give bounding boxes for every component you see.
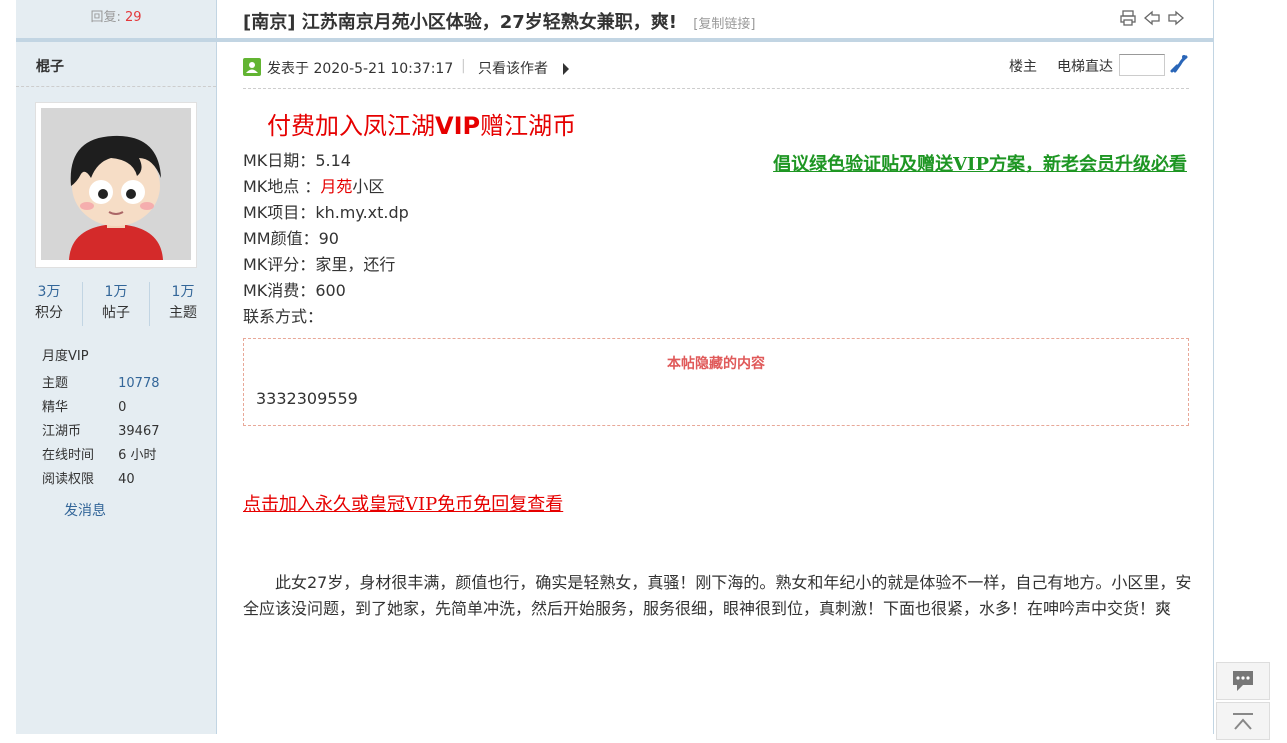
copy-link-button[interactable]: [复制链接] bbox=[693, 17, 755, 32]
detail-value: 600 bbox=[315, 281, 346, 300]
detail-label: 联系方式： bbox=[243, 307, 324, 326]
detail-value: 家里，还行 bbox=[315, 255, 396, 274]
post-header: 发表于 2020-5-21 10:37:17 | 只看该作者 楼主 电梯直达 bbox=[243, 52, 1189, 89]
vip-join-link[interactable]: 付费加入凤江湖VIP赠江湖币 bbox=[267, 106, 576, 141]
cartoon-boy-avatar-icon bbox=[41, 108, 191, 260]
back-to-top-button[interactable] bbox=[1216, 702, 1270, 740]
stat-points-label: 积分 bbox=[35, 305, 63, 321]
info-value-threads[interactable]: 10778 bbox=[118, 376, 159, 391]
triangle-right-icon bbox=[563, 63, 569, 75]
post-body: 此女27岁，身材很丰满，颜值也行，确实是轻熟女，真骚！刚下海的。熟女和年纪小的就… bbox=[243, 573, 1192, 618]
stat-points-value: 3万 bbox=[37, 284, 61, 300]
detail-date: MK日期：5.14 bbox=[243, 148, 409, 174]
detail-label: MK消费： bbox=[243, 281, 316, 300]
replies-count-row: 回复: 29 bbox=[16, 0, 216, 42]
author-name[interactable]: 棍子 bbox=[16, 42, 216, 87]
detail-contact: 联系方式： bbox=[243, 304, 409, 330]
vip-join-bold: VIP bbox=[435, 112, 481, 140]
elevator-floor-input[interactable] bbox=[1119, 54, 1165, 76]
vip-cta-link[interactable]: 点击加入永久或皇冠VIP免币免回复查看 bbox=[243, 490, 563, 516]
detail-looks: MM颜值：90 bbox=[243, 226, 409, 252]
info-key: 主题 bbox=[42, 376, 69, 391]
info-row-online-time: 在线时间 6 小时 bbox=[42, 444, 160, 468]
hidden-content-value: 3332309559 bbox=[256, 389, 358, 408]
detail-place: MK地点 ：月苑小区 bbox=[243, 174, 409, 200]
floor-label: 楼主 bbox=[1009, 59, 1037, 75]
info-row-read-permission: 阅读权限 40 bbox=[42, 468, 160, 492]
info-key: 江湖币 bbox=[42, 424, 82, 439]
info-value-online-time: 6 小时 bbox=[118, 448, 157, 463]
replies-label: 回复: bbox=[90, 10, 121, 25]
detail-value: kh.my.xt.dp bbox=[315, 203, 409, 222]
detail-place-highlight: 月苑 bbox=[320, 177, 353, 196]
thread-title-row: [南京] 江苏南京月苑小区体验，27岁轻熟女兼职，爽! [复制链接] bbox=[217, 0, 1213, 42]
author-info-list: 主题 10778 精华 0 江湖币 39467 在线时间 6 小时 阅读权限 4… bbox=[42, 372, 160, 492]
only-author-link[interactable]: 只看该作者 bbox=[478, 58, 548, 78]
detail-value: 90 bbox=[318, 229, 339, 248]
quick-reply-button[interactable] bbox=[1216, 662, 1270, 700]
vip-join-suffix: 赠江湖币 bbox=[480, 112, 577, 140]
detail-label: MK地点 ： bbox=[243, 177, 321, 196]
hidden-content-title: 本帖隐藏的内容 bbox=[667, 356, 765, 372]
detail-label: MM颜值： bbox=[243, 229, 319, 248]
stat-threads[interactable]: 1万 主题 bbox=[149, 282, 216, 326]
floating-toolbar bbox=[1216, 662, 1270, 742]
initiative-link[interactable]: 倡议绿色验证贴及赠送VIP方案，新老会员升级必看 bbox=[773, 150, 1187, 176]
avatar[interactable] bbox=[35, 102, 197, 268]
online-status-icon bbox=[243, 58, 261, 76]
detail-label: MK项目： bbox=[243, 203, 316, 222]
detail-cost: MK消费：600 bbox=[243, 278, 409, 304]
detail-label: MK评分： bbox=[243, 255, 316, 274]
stat-posts-value: 1万 bbox=[104, 284, 128, 300]
info-row-digest: 精华 0 bbox=[42, 396, 160, 420]
hidden-content-box: 本帖隐藏的内容 3332309559 bbox=[243, 338, 1189, 426]
comment-icon bbox=[1233, 671, 1253, 691]
info-key: 在线时间 bbox=[42, 448, 95, 463]
post-time: 发表于 2020-5-21 10:37:17 bbox=[267, 61, 454, 77]
info-value-coins: 39467 bbox=[118, 424, 160, 439]
separator: | bbox=[461, 58, 466, 74]
detail-label: MK日期： bbox=[243, 151, 316, 170]
info-value-read-permission: 40 bbox=[118, 472, 135, 487]
elevator-go-icon[interactable] bbox=[1169, 54, 1189, 74]
author-sidebar: 回复: 29 棍子 3万 积分 1万 帖子 1万 主题 月度VIP 主题 107… bbox=[16, 0, 217, 734]
info-row-coins: 江湖币 39467 bbox=[42, 420, 160, 444]
replies-count: 29 bbox=[124, 10, 142, 25]
avatar-image bbox=[41, 108, 191, 260]
info-row-threads: 主题 10778 bbox=[42, 372, 160, 396]
next-thread-icon[interactable] bbox=[1167, 9, 1185, 27]
post-details: MK日期：5.14 MK地点 ：月苑小区 MK项目：kh.my.xt.dp MM… bbox=[243, 148, 409, 330]
stat-posts[interactable]: 1万 帖子 bbox=[82, 282, 149, 326]
info-key: 精华 bbox=[42, 400, 69, 415]
info-key: 阅读权限 bbox=[42, 472, 95, 487]
thread-title-text: [南京] 江苏南京月苑小区体验，27岁轻熟女兼职，爽! bbox=[243, 12, 677, 33]
detail-value: 小区 bbox=[352, 177, 385, 196]
previous-thread-icon[interactable] bbox=[1143, 9, 1161, 27]
detail-project: MK项目：kh.my.xt.dp bbox=[243, 200, 409, 226]
elevator-label: 电梯直达 bbox=[1057, 59, 1113, 75]
stat-threads-label: 主题 bbox=[169, 305, 197, 321]
detail-value: 5.14 bbox=[315, 151, 351, 170]
stat-posts-label: 帖子 bbox=[102, 305, 130, 321]
author-stats: 3万 积分 1万 帖子 1万 主题 bbox=[16, 282, 216, 326]
user-group[interactable]: 月度VIP bbox=[42, 345, 89, 364]
print-icon[interactable] bbox=[1119, 9, 1137, 27]
vip-join-prefix: 付费加入凤江湖 bbox=[267, 112, 435, 140]
detail-rating: MK评分：家里，还行 bbox=[243, 252, 409, 278]
info-value-digest: 0 bbox=[118, 400, 127, 415]
stat-threads-value: 1万 bbox=[171, 284, 195, 300]
stat-points[interactable]: 3万 积分 bbox=[16, 282, 82, 326]
post-main: [南京] 江苏南京月苑小区体验，27岁轻熟女兼职，爽! [复制链接] 发表于 2… bbox=[217, 0, 1214, 734]
thread-tools bbox=[1119, 9, 1185, 27]
thread-title: [南京] 江苏南京月苑小区体验，27岁轻熟女兼职，爽! [复制链接] bbox=[243, 8, 755, 34]
send-message-link[interactable]: 发消息 bbox=[64, 500, 106, 520]
